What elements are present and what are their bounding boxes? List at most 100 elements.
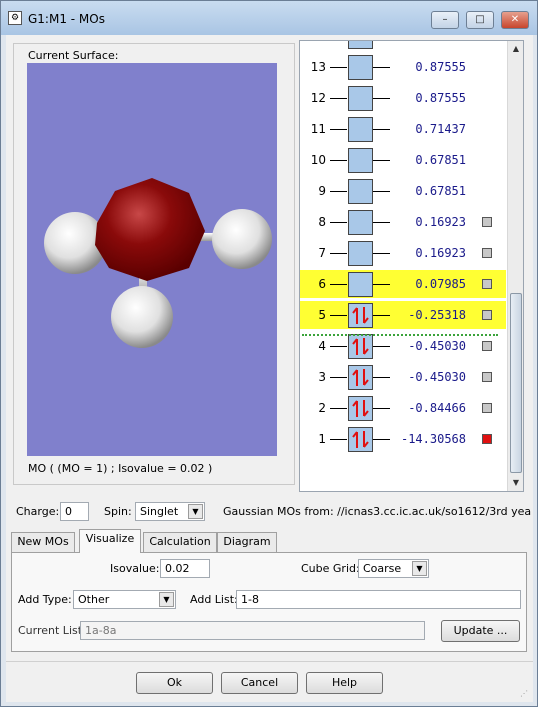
mo-list-scrollbar[interactable]: ▲ ▼ [507, 41, 523, 491]
mo-checkbox[interactable] [482, 248, 492, 258]
orbital-box[interactable] [348, 303, 373, 328]
add-type-select[interactable]: Other ▼ [73, 590, 176, 609]
ok-button[interactable]: Ok [136, 672, 213, 694]
level-line-right [373, 408, 390, 409]
cancel-button[interactable]: Cancel [221, 672, 298, 694]
update-button[interactable]: Update ... [441, 620, 520, 642]
spin-down-arrow-icon [363, 431, 369, 448]
mo-energy-list[interactable]: 13 0.87555 12 0.87555 11 0.71437 10 0.67851 9 0.6… [299, 40, 524, 492]
tab-new-mos[interactable]: New MOs [11, 532, 75, 552]
mo-checkbox[interactable] [482, 217, 492, 227]
hydrogen-atom-bottom [111, 286, 173, 348]
level-line-right [373, 346, 390, 347]
chevron-down-icon[interactable]: ▼ [412, 561, 427, 576]
level-line-left [330, 129, 347, 130]
orbital-box[interactable] [348, 427, 373, 452]
mo-energy: 0.87555 [415, 60, 466, 74]
mo-number: 13 [310, 60, 326, 74]
help-button[interactable]: Help [306, 672, 383, 694]
chevron-down-icon[interactable]: ▼ [159, 592, 174, 607]
mo-checkbox[interactable] [482, 341, 492, 351]
spin-up-arrow-icon [352, 431, 358, 448]
molecule-viewport[interactable] [27, 63, 277, 456]
tab-diagram[interactable]: Diagram [217, 532, 277, 552]
mo-row[interactable]: 7 0.16923 [300, 239, 506, 267]
mo-number: 1 [318, 432, 326, 446]
current-surface-legend: Current Surface: [26, 49, 121, 62]
mo-row[interactable]: 2 -0.84466 [300, 394, 506, 422]
orbital-box[interactable] [348, 55, 373, 80]
mo-energy: -0.45030 [408, 339, 466, 353]
visualize-tab-page: Isovalue: 0.02 Cube Grid: Coarse ▼ Add T… [11, 552, 527, 652]
orbital-box[interactable] [348, 148, 373, 173]
scroll-up-arrow-icon[interactable]: ▲ [508, 41, 523, 57]
orbital-box[interactable] [348, 117, 373, 142]
mo-checkbox[interactable] [482, 434, 492, 444]
orbital-box[interactable] [348, 334, 373, 359]
level-line-left [330, 67, 347, 68]
mo-energy: 0.16923 [415, 246, 466, 260]
charge-label: Charge: [16, 505, 60, 518]
orbital-box[interactable] [348, 272, 373, 297]
level-line-right [373, 253, 390, 254]
chevron-down-icon[interactable]: ▼ [188, 504, 203, 519]
charge-input[interactable]: 0 [60, 502, 89, 521]
scroll-down-arrow-icon[interactable]: ▼ [508, 475, 523, 491]
mo-row[interactable]: 13 0.87555 [300, 53, 506, 81]
level-line-left [330, 160, 347, 161]
mo-checkbox[interactable] [482, 372, 492, 382]
mo-checkbox[interactable] [482, 279, 492, 289]
level-line-right [373, 191, 390, 192]
mo-energy: 0.87555 [415, 91, 466, 105]
level-line-left [330, 284, 347, 285]
mo-row[interactable]: 9 0.67851 [300, 177, 506, 205]
spin-up-arrow-icon [352, 338, 358, 355]
close-button[interactable]: ✕ [501, 11, 529, 29]
mo-row[interactable]: 1 -14.30568 [300, 425, 506, 453]
level-line-left [330, 315, 347, 316]
mo-number: 6 [318, 277, 326, 291]
mo-checkbox[interactable] [482, 403, 492, 413]
app-icon: ⚙ [8, 11, 22, 25]
level-line-right [373, 67, 390, 68]
mo-row[interactable]: 6 0.07985 [300, 270, 506, 298]
maximize-button[interactable]: □ [466, 11, 494, 29]
mo-row[interactable]: 11 0.71437 [300, 115, 506, 143]
mo-row[interactable]: 8 0.16923 [300, 208, 506, 236]
isovalue-input[interactable]: 0.02 [160, 559, 210, 578]
tab-visualize[interactable]: Visualize [79, 529, 141, 553]
mo-energy: 0.67851 [415, 153, 466, 167]
level-line-left [330, 253, 347, 254]
mo-row[interactable]: 3 -0.45030 [300, 363, 506, 391]
mo-row[interactable]: 4 -0.45030 [300, 332, 506, 360]
electron-pair-icon [352, 400, 369, 417]
mo-energy: 0.67851 [415, 184, 466, 198]
footer-divider [6, 661, 533, 662]
orbital-box[interactable] [348, 396, 373, 421]
current-list-field: 1a-8a [80, 621, 425, 640]
scrollbar-thumb[interactable] [510, 293, 522, 473]
mo-row[interactable]: 12 0.87555 [300, 84, 506, 112]
mo-row[interactable]: 10 0.67851 [300, 146, 506, 174]
mo-row[interactable] [300, 41, 506, 50]
orbital-box[interactable] [348, 241, 373, 266]
title-bar[interactable]: ⚙ G1:M1 - MOs – □ ✕ [1, 1, 537, 35]
mo-row[interactable]: 5 -0.25318 [300, 301, 506, 329]
minimize-button[interactable]: – [431, 11, 459, 29]
orbital-box[interactable] [348, 179, 373, 204]
cube-grid-select[interactable]: Coarse ▼ [358, 559, 429, 578]
orbital-box[interactable] [348, 210, 373, 235]
orbital-box[interactable] [348, 41, 373, 49]
resize-grip-icon[interactable]: ⋰ [520, 689, 530, 699]
add-list-label: Add List: [190, 593, 238, 606]
mo-energy: -0.84466 [408, 401, 466, 415]
level-line-right [373, 129, 390, 130]
orbital-box[interactable] [348, 86, 373, 111]
mo-number: 10 [310, 153, 326, 167]
tab-calculation[interactable]: Calculation [143, 532, 217, 552]
orbital-box[interactable] [348, 365, 373, 390]
spin-select[interactable]: Singlet ▼ [135, 502, 205, 521]
add-list-input[interactable]: 1-8 [236, 590, 521, 609]
dialog-body: Current Surface: MO ((MO = 1) ; Isovalu… [6, 35, 533, 702]
mo-checkbox[interactable] [482, 310, 492, 320]
